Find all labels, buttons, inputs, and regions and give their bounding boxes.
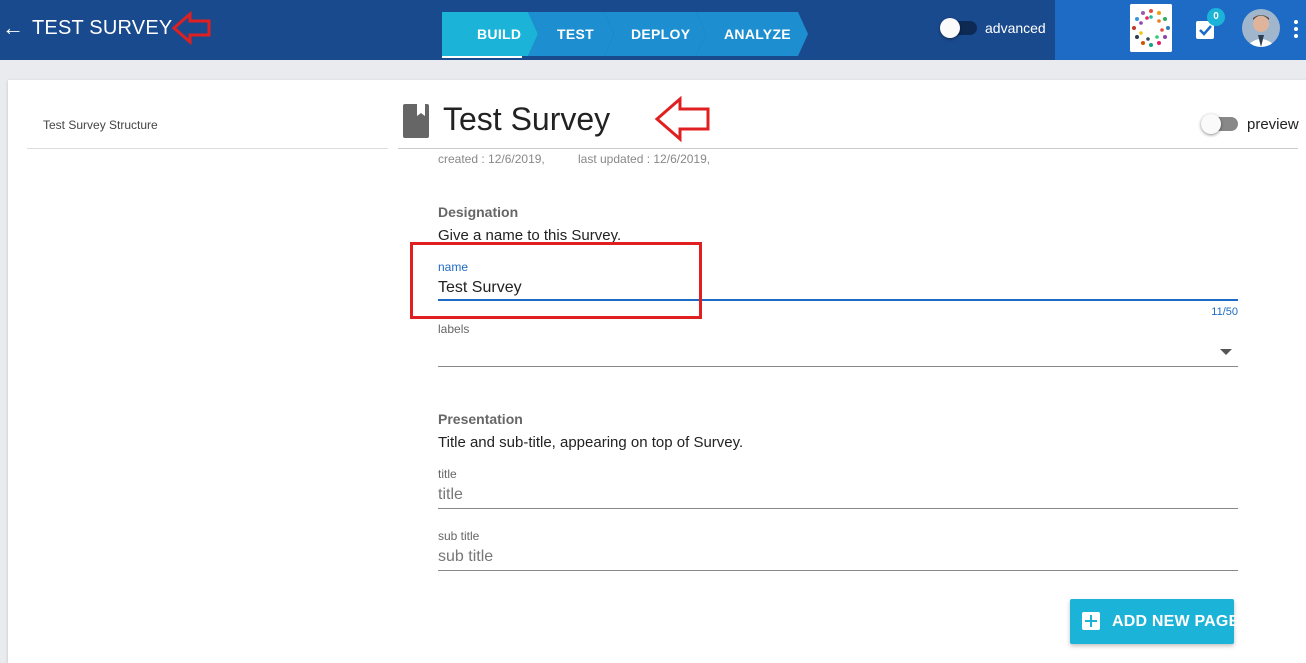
step-deploy[interactable]: DEPLOY	[604, 12, 708, 58]
step-build-label: BUILD	[477, 26, 522, 42]
designation-heading: Designation	[438, 204, 519, 220]
book-icon	[403, 104, 429, 138]
title-underline	[438, 508, 1238, 509]
name-input[interactable]	[438, 278, 1238, 298]
subtitle-field-label: sub title	[438, 529, 480, 543]
advanced-toggle[interactable]	[940, 18, 980, 38]
subtitle-underline	[438, 570, 1238, 571]
preview-label: preview	[1247, 116, 1299, 133]
step-test[interactable]: TEST	[528, 12, 616, 58]
step-analyze[interactable]: ANALYZE	[696, 12, 810, 58]
title-input[interactable]	[438, 485, 1238, 505]
app-bar-title: TEST SURVEY	[32, 17, 173, 39]
back-arrow-icon[interactable]: ←	[2, 16, 24, 40]
advanced-label: advanced	[985, 20, 1046, 36]
survey-editor-card	[8, 80, 1306, 663]
add-box-icon	[1082, 612, 1100, 630]
structure-divider	[27, 148, 388, 149]
annotation-arrow-icon	[172, 10, 211, 46]
chevron-down-icon[interactable]	[1220, 349, 1232, 355]
step-deploy-label: DEPLOY	[631, 26, 691, 42]
add-new-page-label: ADD NEW PAGE	[1112, 613, 1240, 630]
presentation-heading: Presentation	[438, 411, 523, 427]
created-date: created : 12/6/2019,	[438, 152, 545, 166]
organization-logo	[1130, 4, 1172, 52]
annotation-arrow-icon	[654, 96, 710, 142]
step-analyze-label: ANALYZE	[724, 26, 791, 42]
labels-underline	[438, 366, 1238, 367]
more-vert-icon[interactable]	[1292, 18, 1300, 40]
title-divider	[398, 148, 1298, 149]
user-avatar[interactable]	[1242, 9, 1280, 47]
survey-title: Test Survey	[443, 101, 611, 137]
preview-toggle[interactable]	[1201, 114, 1241, 134]
subtitle-input[interactable]	[438, 547, 1238, 567]
designation-description: Give a name to this Survey.	[438, 227, 622, 244]
step-build[interactable]: BUILD	[442, 12, 538, 58]
labels-select[interactable]	[438, 340, 1238, 364]
name-char-counter: 11/50	[1211, 306, 1238, 318]
updated-date: last updated : 12/6/2019,	[578, 152, 711, 166]
structure-panel-title: Test Survey Structure	[43, 118, 158, 132]
presentation-description: Title and sub-title, appearing on top of…	[438, 434, 744, 451]
title-field-label: title	[438, 467, 457, 481]
name-underline	[438, 299, 1238, 301]
labels-field-label: labels	[438, 322, 470, 336]
name-field-label: name	[438, 260, 469, 274]
tasks-badge: 0	[1207, 8, 1225, 26]
step-test-label: TEST	[557, 26, 594, 42]
add-new-page-button[interactable]: ADD NEW PAGE	[1070, 599, 1239, 644]
